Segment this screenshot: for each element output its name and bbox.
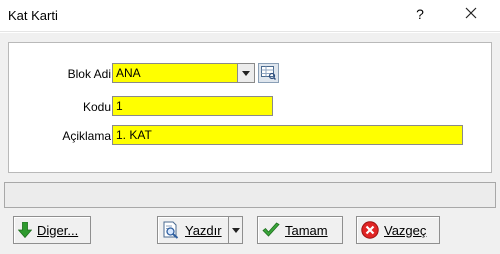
dialog-body: Blok Adi ANA Kodu 1 Açiklama 1. KAT Dige… [0,33,500,254]
close-button[interactable] [456,3,486,29]
aciklama-input[interactable]: 1. KAT [112,125,463,145]
lookup-grid-icon [261,66,276,80]
blok-adi-combo[interactable]: ANA [112,63,238,83]
print-preview-icon [162,221,180,239]
diger-button[interactable]: Diger... [13,216,91,244]
arrow-down-icon [17,221,33,239]
yazdir-dropdown-button[interactable] [229,216,243,244]
blok-adi-label: Blok Adi [67,67,111,81]
title-bar: Kat Karti ? [0,0,500,32]
form-panel: Blok Adi ANA Kodu 1 Açiklama 1. KAT [8,42,492,173]
vazgec-button-label: Vazgeç [384,222,427,238]
chevron-down-icon [242,71,250,76]
chevron-down-icon [231,228,240,233]
yazdir-button[interactable]: Yazdır [157,216,229,244]
kodu-input[interactable]: 1 [112,96,273,116]
help-button[interactable]: ? [408,6,432,26]
yazdir-button-label: Yazdır [185,222,222,238]
blok-adi-lookup-button[interactable] [258,63,279,83]
tamam-button[interactable]: Tamam [257,216,343,244]
status-bar [4,182,496,208]
diger-button-label: Diger... [37,222,79,238]
vazgec-button[interactable]: Vazgeç [356,216,440,244]
blok-adi-dropdown-button[interactable] [238,63,255,83]
checkmark-icon [262,222,280,238]
close-icon [465,7,477,19]
aciklama-label: Açiklama [62,129,111,143]
kodu-label: Kodu [82,100,111,114]
tamam-button-label: Tamam [285,222,328,238]
window-title: Kat Karti [8,8,58,23]
cancel-icon [361,221,379,239]
